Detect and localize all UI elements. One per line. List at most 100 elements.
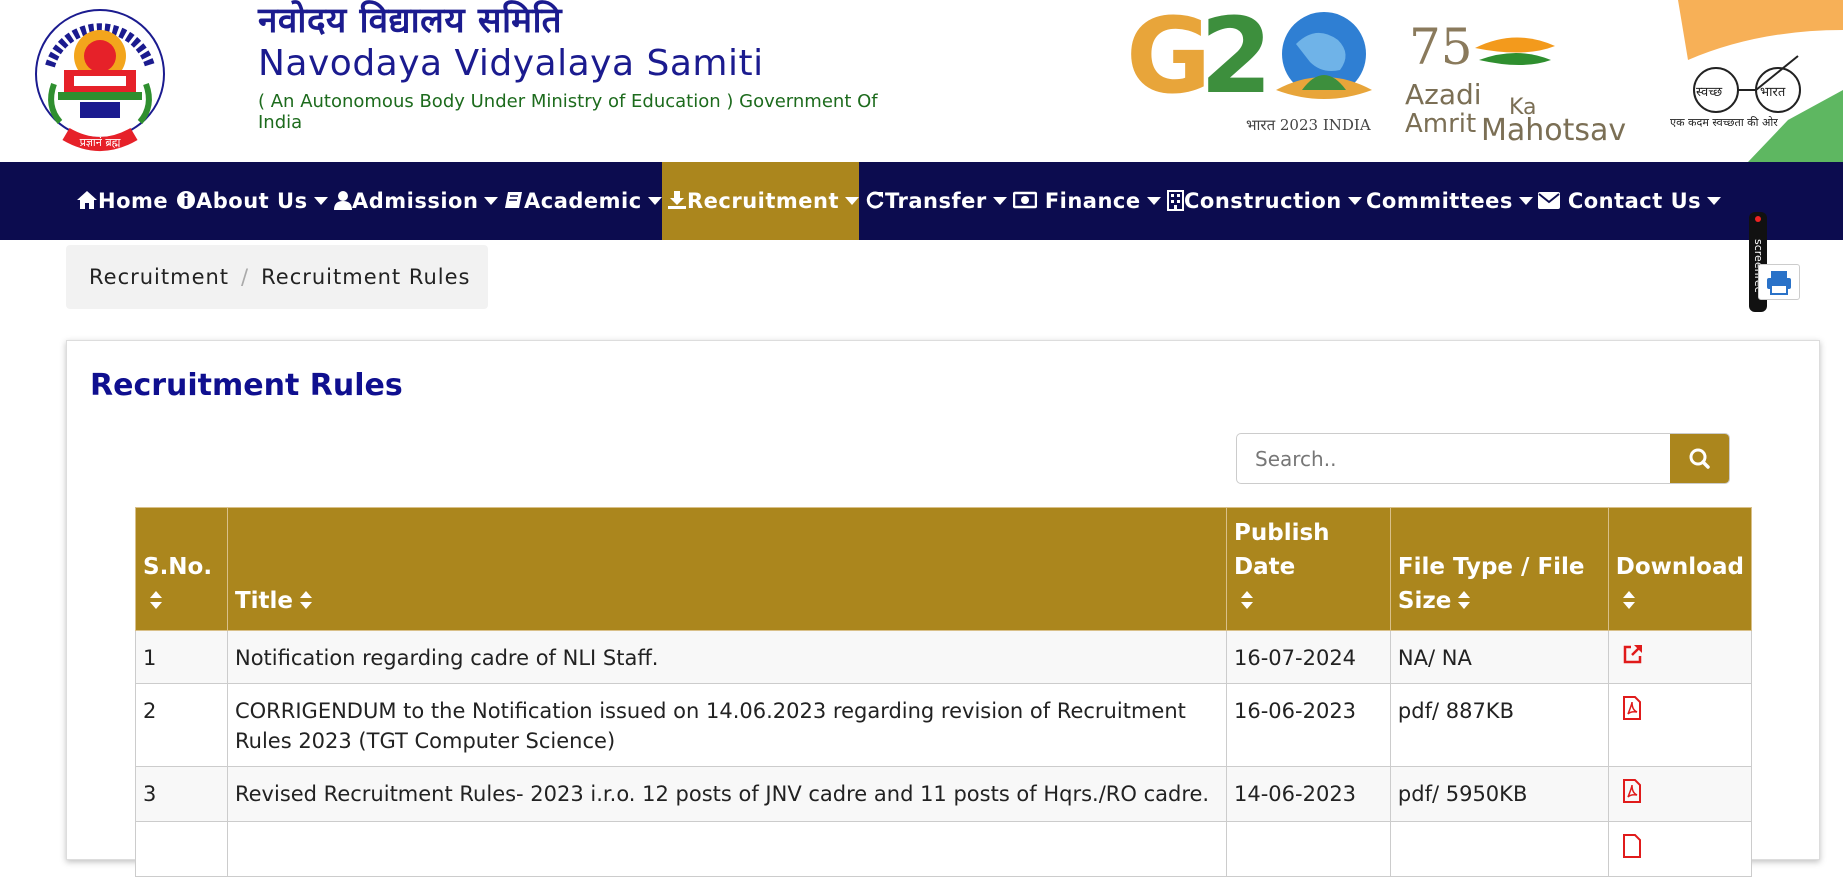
nav-item-recruitment[interactable]: Recruitment [662,162,860,240]
col-header-sno[interactable]: S.No. [135,507,228,631]
nav-label-committees: Committees [1366,189,1513,213]
chevron-down-icon [647,196,662,205]
cell-sno: 2 [135,683,228,767]
cell-file: NA/ NA [1389,630,1609,684]
chevron-down-icon [313,196,328,205]
cell-title: Notification regarding cadre of NLI Staf… [226,630,1228,684]
breadcrumb-item-current: Recruitment Rules [261,265,471,289]
nav-item-about-us[interactable]: About Us [176,162,328,240]
page-title: Recruitment Rules [90,368,403,403]
cell-sno: 3 [135,766,228,822]
external-link-icon[interactable] [1622,643,1644,665]
cell-date [1226,821,1391,877]
envelope-icon [1538,191,1560,209]
site-subtitle: ( An Autonomous Body Under Ministry of E… [258,91,878,133]
chevron-down-icon [1146,196,1161,205]
table-row [135,821,1753,877]
sort-icon [1241,590,1253,609]
swachh-bharat-logo: स्वच्छ भारत एक कदम स्वच्छता की ओर [1670,0,1843,162]
nav-label-contact-us: Contact Us [1567,189,1702,213]
table-row: 2 CORRIGENDUM to the Notification issued… [135,683,1753,767]
book-icon [505,192,522,208]
nav-item-finance[interactable]: Finance [1013,162,1161,240]
nav-item-academic[interactable]: Academic [504,162,662,240]
col-header-download-label: Download [1615,554,1744,580]
money-icon [1013,191,1037,209]
svg-text:Amrit: Amrit [1405,109,1476,139]
site-header: प्रज्ञानं ब्रह्म नवोदय विद्यालय समिति Na… [0,0,1843,162]
site-title-hindi: नवोदय विद्यालय समिति [258,1,563,41]
nav-label-finance: Finance [1044,189,1141,213]
chevron-down-icon [484,196,499,205]
nav-item-transfer[interactable]: Transfer [865,162,1007,240]
nvs-emblem-logo[interactable]: प्रज्ञानं ब्रह्म [30,6,170,156]
svg-text:Mahotsav: Mahotsav [1481,113,1626,146]
svg-text:भारत: भारत [1760,85,1786,100]
table-row: 1 Notification regarding cadre of NLI St… [135,630,1753,684]
chevron-down-icon [1518,196,1533,205]
nav-label-academic: Academic [524,189,642,213]
cell-file: pdf/ 5950KB [1389,766,1609,822]
search-button[interactable] [1670,434,1729,483]
azadi-ka-amrit-mahotsav-logo: 75 Azadi Ka Amrit Mahotsav [1405,18,1626,146]
col-header-file-type[interactable]: File Type / File Size [1389,507,1609,631]
cell-download [1607,683,1753,767]
recruitment-rules-table: S.No. Title Publish Date File Type / Fil… [135,507,1753,877]
home-icon [77,191,97,209]
pdf-icon[interactable] [1622,696,1642,720]
nav-item-home[interactable]: Home [76,162,168,240]
col-header-title[interactable]: Title [226,507,1228,631]
nav-label-transfer: Transfer [885,189,987,213]
cell-date: 14-06-2023 [1226,766,1391,822]
nav-label-about-us: About Us [196,189,308,213]
breadcrumb: Recruitment / Recruitment Rules [66,245,488,309]
refresh-icon [866,191,884,209]
print-icon [1767,271,1791,295]
nav-label-construction: Construction [1184,189,1342,213]
breadcrumb-item-recruitment[interactable]: Recruitment [89,265,229,289]
pdf-icon[interactable] [1622,779,1642,803]
g20-logo: G 2 भारत 2023 INDIA [1126,4,1372,134]
nav-label-recruitment: Recruitment [687,189,840,213]
nav-item-construction[interactable]: Construction [1167,162,1362,240]
col-header-sno-label: S.No. [143,554,213,580]
search-input[interactable] [1237,434,1672,483]
nav-label-admission: Admission [352,189,479,213]
svg-text:भारत 2023 INDIA: भारत 2023 INDIA [1246,116,1371,134]
cell-date: 16-07-2024 [1226,630,1391,684]
main-navbar: Home About Us Admission Academic Recruit… [0,162,1843,240]
table-row: 3 Revised Recruitment Rules- 2023 i.r.o.… [135,766,1753,822]
col-header-download[interactable]: Download [1607,507,1753,631]
cell-download [1607,766,1753,822]
nav-label-home: Home [98,189,169,213]
cell-title [226,821,1228,877]
col-header-date-label: Publish Date [1234,520,1330,580]
svg-text:2: 2 [1200,4,1272,117]
nav-item-committees[interactable]: Committees [1366,162,1533,240]
breadcrumb-separator: / [241,265,250,289]
record-icon [1755,216,1761,222]
nav-item-admission[interactable]: Admission [334,162,499,240]
site-title-english: Navodaya Vidyalaya Samiti [258,43,764,84]
table-header-row: S.No. Title Publish Date File Type / Fil… [135,507,1753,631]
svg-text:प्रज्ञानं ब्रह्म: प्रज्ञानं ब्रह्म [80,136,121,149]
svg-text:स्वच्छ: स्वच्छ [1696,85,1723,100]
site-titles: नवोदय विद्यालय समिति Navodaya Vidyalaya … [258,0,918,133]
user-icon [334,191,352,210]
print-button[interactable] [1758,264,1800,300]
cell-file [1389,821,1609,877]
sort-icon [300,590,313,609]
cell-file: pdf/ 887KB [1389,683,1609,767]
info-icon [177,191,195,209]
cell-sno [135,821,228,877]
pdf-icon[interactable] [1622,834,1642,858]
chevron-down-icon [1347,196,1362,205]
col-header-publish-date[interactable]: Publish Date [1226,507,1391,631]
chevron-down-icon [1707,196,1722,205]
cell-title: CORRIGENDUM to the Notification issued o… [226,683,1228,767]
col-header-file-label: File Type / File Size [1397,554,1585,614]
svg-text:एक कदम स्वच्छता की ओर: एक कदम स्वच्छता की ओर [1670,116,1778,129]
svg-text:G: G [1126,4,1211,117]
search-box [1236,433,1730,484]
nav-item-contact-us[interactable]: Contact Us [1538,162,1722,240]
